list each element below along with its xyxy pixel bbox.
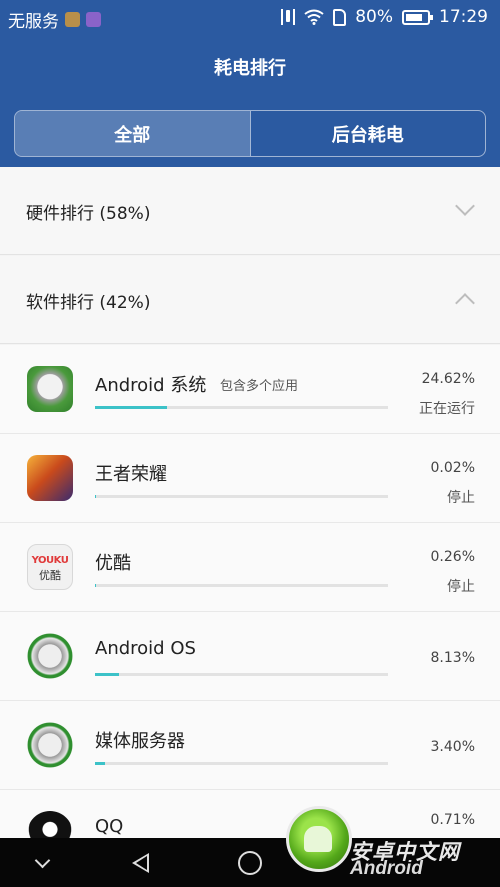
usage-percent: 24.62% [421, 371, 475, 387]
app-row[interactable]: Android OS 8.13% [0, 612, 500, 701]
software-ranking-label: 软件排行 (42%) [26, 293, 151, 313]
battery-percent: 80% [355, 7, 393, 27]
usage-bar-fill [95, 584, 96, 587]
battery-level [406, 13, 422, 21]
chevron-down-icon[interactable] [455, 196, 475, 216]
header: 无服务 80% 17:29 耗电排行 全部 后台耗电 [0, 0, 500, 167]
usage-percent: 0.02% [430, 460, 475, 476]
hardware-ranking-label: 硬件排行 (58%) [26, 204, 151, 224]
usage-percent: 3.40% [430, 739, 475, 755]
notification-photo-icon [65, 12, 80, 27]
app-row[interactable]: 媒体服务器 3.40% [0, 701, 500, 790]
app-name: Android OS [95, 638, 196, 659]
youku-icon: YOUKU 优酷 [27, 544, 73, 590]
run-state: 停止 [447, 490, 475, 506]
app-name: QQ [95, 816, 124, 837]
usage-bar-fill [95, 762, 105, 765]
usage-percent: 0.26% [430, 549, 475, 565]
usage-bar-fill [95, 495, 96, 498]
app-row[interactable]: YOUKU 优酷 优酷 0.26% 停止 [0, 523, 500, 612]
app-name: Android 系统 [95, 375, 207, 396]
clock: 17:29 [439, 7, 488, 27]
app-row[interactable]: Android 系统 包含多个应用 24.62% 正在运行 [0, 345, 500, 434]
nav-back-button[interactable] [110, 838, 170, 887]
tab-background-usage[interactable]: 后台耗电 [251, 111, 486, 156]
usage-bar [95, 406, 388, 409]
chevron-up-icon[interactable] [455, 293, 475, 313]
notification-app-icon [86, 12, 101, 27]
app-row[interactable]: 王者荣耀 0.02% 停止 [0, 434, 500, 523]
app-name: 媒体服务器 [95, 731, 185, 752]
run-state: 正在运行 [419, 401, 475, 417]
tab-all[interactable]: 全部 [15, 111, 251, 156]
vibrate-icon [281, 9, 296, 25]
chevron-down-icon [34, 852, 50, 869]
home-icon [238, 850, 262, 875]
nav-hide-button[interactable] [12, 838, 72, 887]
software-ranking-section[interactable]: 软件排行 (42%) [0, 256, 500, 344]
page-title: 耗电排行 [214, 58, 286, 79]
app-subtitle: 包含多个应用 [220, 379, 299, 394]
usage-bar [95, 762, 388, 765]
sim-icon [333, 8, 347, 26]
usage-percent: 0.71% [430, 812, 475, 828]
youku-label-text: 优酷 [39, 569, 61, 582]
nav-home-button[interactable] [220, 838, 280, 887]
tab-bar: 全部 后台耗电 [14, 110, 486, 157]
app-name: 优酷 [95, 553, 131, 574]
android-system-icon [27, 366, 73, 412]
run-state: 停止 [447, 579, 475, 595]
usage-bar-fill [95, 673, 119, 676]
back-icon [131, 852, 149, 873]
battery-icon [402, 9, 433, 25]
android-os-icon [27, 633, 73, 679]
hardware-ranking-section[interactable]: 硬件排行 (58%) [0, 167, 500, 255]
usage-bar [95, 495, 388, 498]
carrier-label: 无服务 [8, 12, 59, 32]
status-bar: 无服务 80% 17:29 [0, 0, 500, 36]
honor-of-kings-icon [27, 455, 73, 501]
usage-bar-fill [95, 406, 168, 409]
youku-brand-text: YOUKU [31, 555, 69, 566]
media-server-icon [27, 722, 73, 768]
wifi-icon [304, 9, 324, 25]
status-left: 无服务 [8, 7, 101, 32]
app-name: 王者荣耀 [95, 464, 167, 485]
usage-bar [95, 584, 388, 587]
usage-bar [95, 673, 388, 676]
usage-percent: 8.13% [430, 650, 475, 666]
android-robot-icon [304, 826, 332, 852]
watermark-subtext: Android [350, 858, 423, 879]
status-right: 80% 17:29 [281, 7, 488, 27]
